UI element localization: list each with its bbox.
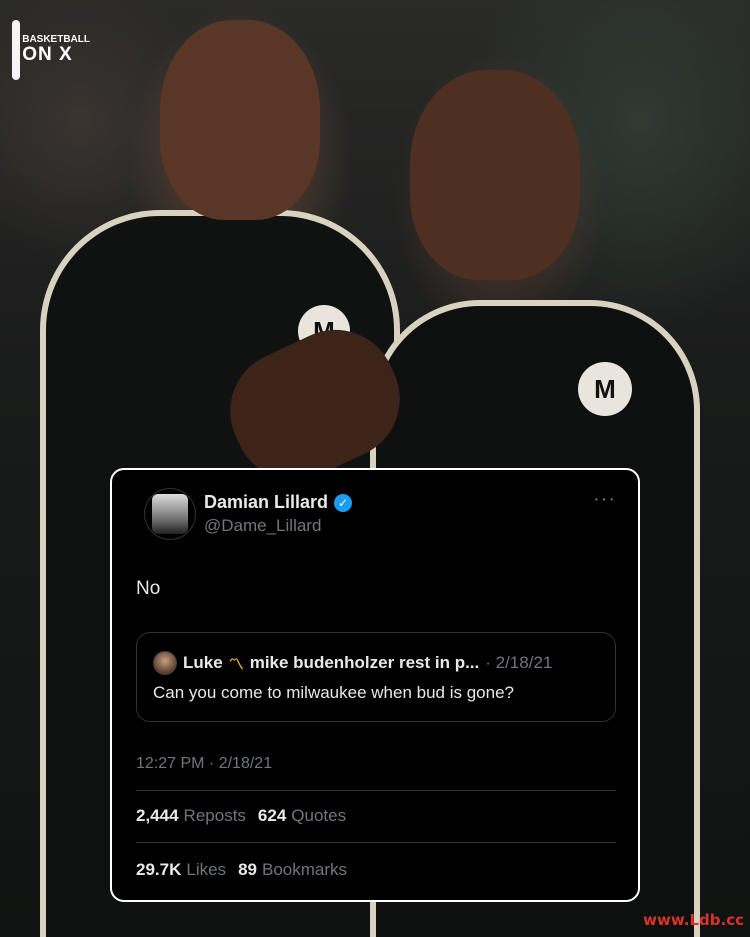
author-display-name[interactable]: Damian Lillard xyxy=(204,492,328,513)
divider xyxy=(136,790,616,791)
reposts-label: Reposts xyxy=(183,806,246,825)
player-right-head xyxy=(410,70,580,280)
engagement-row-1: 2,444 Reposts 624 Quotes xyxy=(136,806,346,826)
likes-stat[interactable]: 29.7K Likes xyxy=(136,860,226,880)
avatar-image xyxy=(152,494,188,534)
tweet-text: No xyxy=(136,578,161,599)
quotes-label: Quotes xyxy=(291,806,347,825)
engagement-row-2: 29.7K Likes 89 Bookmarks xyxy=(136,860,347,880)
author-avatar[interactable] xyxy=(144,488,196,540)
quotes-stat[interactable]: 624 Quotes xyxy=(258,806,346,826)
bookmarks-stat[interactable]: 89 Bookmarks xyxy=(238,860,347,880)
tweet-timestamp[interactable]: 12:27 PM · 2/18/21 xyxy=(136,755,272,773)
jersey-logo-right: M xyxy=(578,362,632,416)
quoted-author-name-suffix: mike budenholzer rest in p... xyxy=(249,653,480,672)
tweet-card[interactable]: Damian Lillard ✓ @Dame_Lillard ··· No Lu… xyxy=(110,468,640,902)
divider xyxy=(136,842,616,843)
quoted-author-name: Luke xyxy=(183,653,223,672)
crown-emoji-icon: 〽 xyxy=(228,655,244,673)
quoted-author-avatar xyxy=(153,651,177,675)
bookmarks-label: Bookmarks xyxy=(261,860,348,879)
author-handle[interactable]: @Dame_Lillard xyxy=(204,516,321,536)
watermark-text: www.Ldb.cc xyxy=(643,911,744,929)
bookmarks-count: 89 xyxy=(238,860,257,879)
quotes-count: 624 xyxy=(257,806,287,825)
likes-label: Likes xyxy=(186,860,227,879)
basketball-player-icon xyxy=(12,20,21,80)
brand-line-2: ON X xyxy=(22,44,73,66)
brand-logo: BASKETBALL ON X xyxy=(12,10,90,90)
quoted-date: · 2/18/21 xyxy=(485,653,553,672)
player-left-head xyxy=(160,20,320,220)
quoted-tweet[interactable]: Luke 〽 mike budenholzer rest in p... · 2… xyxy=(136,632,616,722)
reposts-stat[interactable]: 2,444 Reposts xyxy=(136,806,246,826)
quoted-text: Can you come to milwaukee when bud is go… xyxy=(153,683,514,702)
more-options-icon[interactable]: ··· xyxy=(593,488,616,511)
reposts-count: 2,444 xyxy=(136,806,179,825)
verified-badge-icon: ✓ xyxy=(334,493,353,512)
likes-count: 29.7K xyxy=(136,860,182,879)
